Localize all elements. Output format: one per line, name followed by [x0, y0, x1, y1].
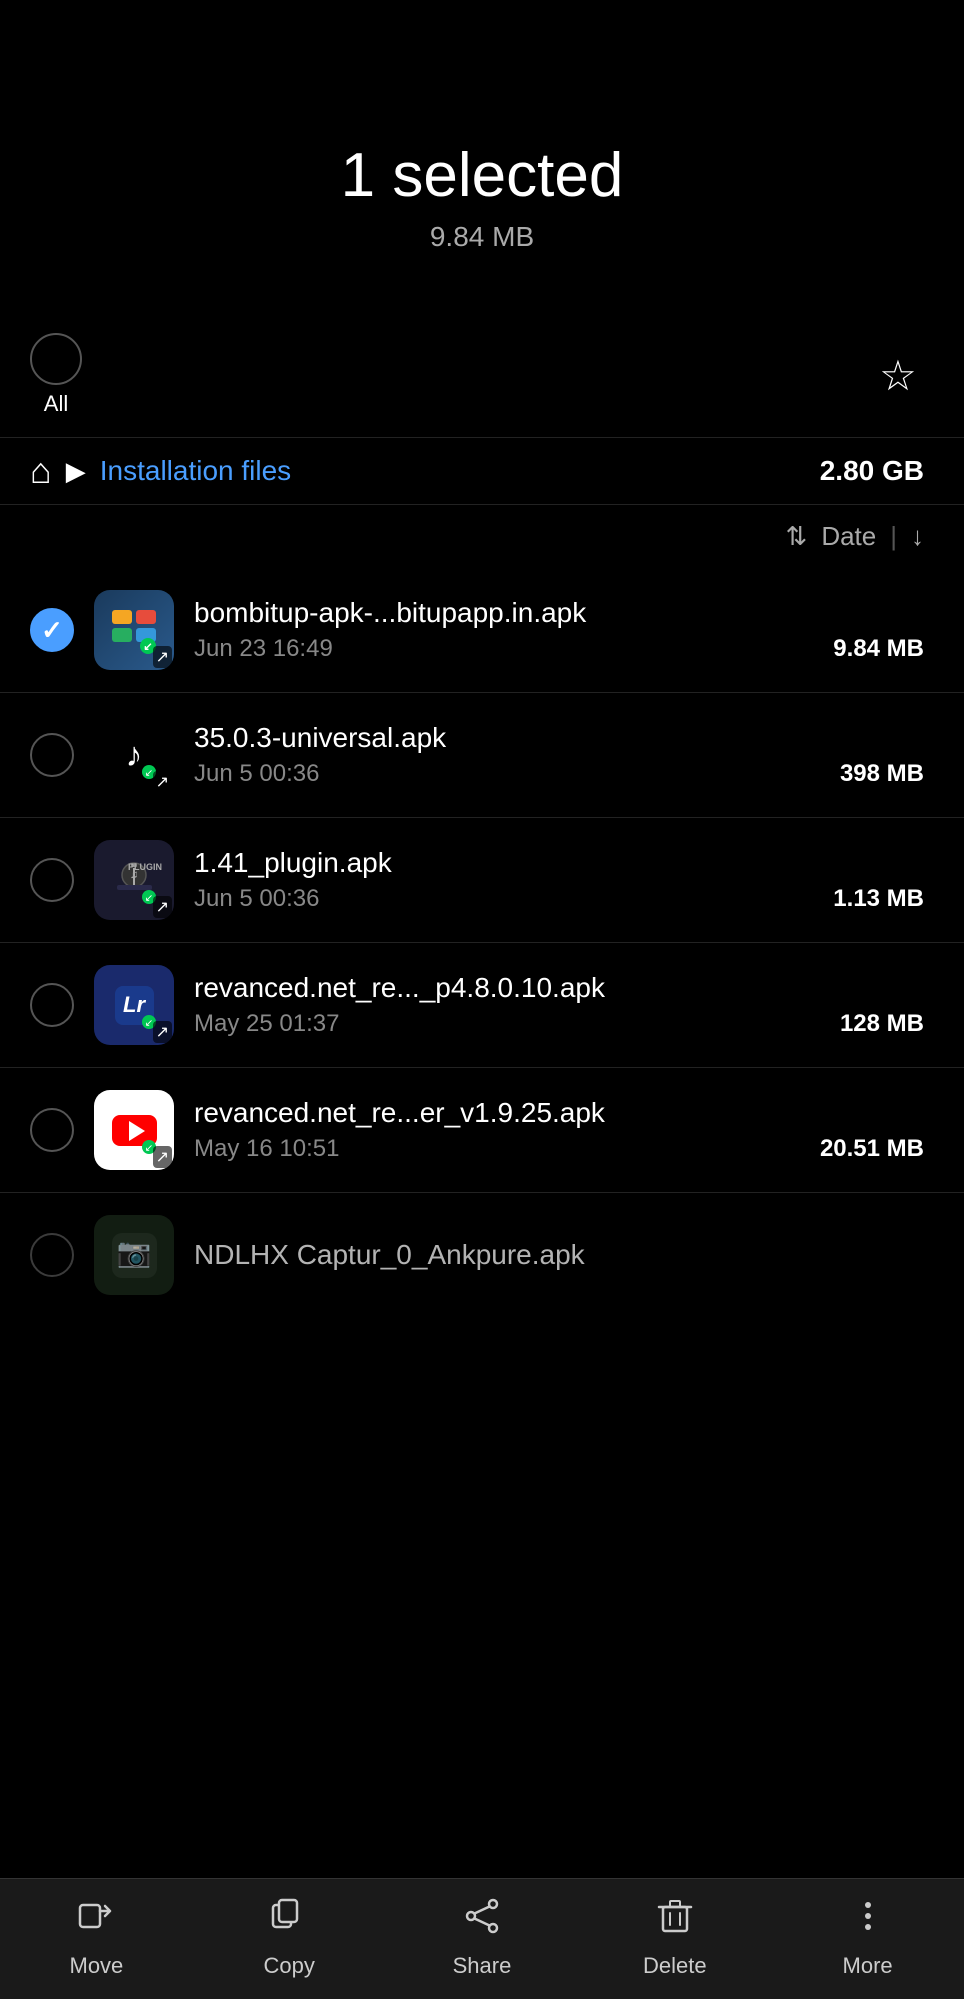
breadcrumb-arrow-icon: ▶ [66, 456, 86, 487]
nav-copy-label: Copy [264, 1953, 315, 1979]
file-info-partial: NDLHX Captur_0_Ankpure.apk [194, 1239, 924, 1271]
svg-text:↙: ↙ [144, 1018, 152, 1029]
nav-move-button[interactable]: Move [0, 1897, 193, 1979]
copy-icon [270, 1897, 308, 1945]
file-checkbox-partial[interactable] [30, 1233, 74, 1277]
sort-order-icon[interactable]: ↓ [911, 521, 924, 552]
home-folder-icon: ⌂ [30, 450, 52, 492]
file-info-2: 35.0.3-universal.apk Jun 5 00:36 398 MB [194, 722, 924, 788]
file-name-4: revanced.net_re..._p4.8.0.10.apk [194, 972, 924, 1004]
file-date-3: Jun 5 00:36 [194, 885, 319, 913]
expand-badge: ↗ [153, 1146, 172, 1168]
svg-text:📷: 📷 [116, 1237, 151, 1269]
file-info-3: 1.41_plugin.apk Jun 5 00:36 1.13 MB [194, 847, 924, 913]
file-date-1: Jun 23 16:49 [194, 635, 333, 663]
svg-text:↙: ↙ [144, 1143, 152, 1154]
file-size-5: 20.51 MB [820, 1135, 924, 1163]
file-name-partial: NDLHX Captur_0_Ankpure.apk [194, 1239, 924, 1271]
file-icon-3: ♫ PLUGIN ↙ ↗ [94, 840, 174, 920]
file-item[interactable]: ♪ ↙ ↗ 35.0.3-universal.apk Jun 5 00:36 3… [0, 693, 964, 818]
file-name-1: bombitup-apk-...bitupapp.in.apk [194, 597, 924, 629]
sort-icon[interactable]: ⇅ [786, 521, 808, 552]
select-all-button[interactable]: All [30, 333, 82, 417]
controls-row: All ☆ [0, 313, 964, 437]
file-size-2: 398 MB [840, 760, 924, 788]
check-icon: ✓ [41, 615, 63, 646]
file-name-3: 1.41_plugin.apk [194, 847, 924, 879]
nav-move-label: Move [70, 1953, 124, 1979]
share-icon [463, 1897, 501, 1945]
file-size-4: 128 MB [840, 1010, 924, 1038]
svg-text:↙: ↙ [144, 893, 152, 904]
breadcrumb-left: ⌂ ▶ Installation files [30, 450, 291, 492]
svg-text:↙: ↙ [144, 768, 152, 779]
expand-badge: ↗ [153, 646, 172, 668]
delete-icon [656, 1897, 694, 1945]
file-checkbox-2[interactable] [30, 733, 74, 777]
nav-more-label: More [843, 1953, 893, 1979]
file-icon-1: ↙ ↗ [94, 590, 174, 670]
expand-badge: ↗ [153, 896, 172, 918]
file-meta-1: Jun 23 16:49 9.84 MB [194, 635, 924, 663]
nav-copy-button[interactable]: Copy [193, 1897, 386, 1979]
svg-text:↙: ↙ [143, 641, 152, 653]
nav-more-button[interactable]: More [771, 1897, 964, 1979]
select-all-checkbox[interactable] [30, 333, 82, 385]
sort-divider: | [890, 521, 897, 552]
nav-delete-label: Delete [643, 1953, 707, 1979]
file-date-2: Jun 5 00:36 [194, 760, 319, 788]
star-button[interactable]: ☆ [872, 349, 924, 401]
svg-text:♪: ♪ [125, 736, 142, 774]
file-checkbox-3[interactable] [30, 858, 74, 902]
file-meta-5: May 16 10:51 20.51 MB [194, 1135, 924, 1163]
sort-row: ⇅ Date | ↓ [0, 505, 964, 568]
nav-share-label: Share [453, 1953, 512, 1979]
file-date-4: May 25 01:37 [194, 1010, 339, 1038]
file-icon-4: Lr ↙ ↗ [94, 965, 174, 1045]
selected-size: 9.84 MB [430, 221, 534, 253]
nav-delete-button[interactable]: Delete [578, 1897, 771, 1979]
file-item[interactable]: ♫ PLUGIN ↙ ↗ 1.41_plugin.apk Jun 5 00:36… [0, 818, 964, 943]
file-name-2: 35.0.3-universal.apk [194, 722, 924, 754]
file-size-3: 1.13 MB [833, 885, 924, 913]
svg-text:Lr: Lr [123, 992, 146, 1017]
sort-label[interactable]: Date [821, 521, 876, 552]
file-size-1: 9.84 MB [833, 635, 924, 663]
file-checkbox-1[interactable]: ✓ [30, 608, 74, 652]
expand-badge: ↗ [153, 771, 172, 793]
breadcrumb-path[interactable]: Installation files [100, 455, 291, 487]
file-info-1: bombitup-apk-...bitupapp.in.apk Jun 23 1… [194, 597, 924, 663]
file-meta-2: Jun 5 00:36 398 MB [194, 760, 924, 788]
breadcrumb-row: ⌂ ▶ Installation files 2.80 GB [0, 437, 964, 505]
expand-badge: ↗ [153, 1021, 172, 1043]
file-name-5: revanced.net_re...er_v1.9.25.apk [194, 1097, 924, 1129]
breadcrumb-size: 2.80 GB [820, 455, 924, 487]
star-icon: ☆ [879, 351, 917, 400]
file-checkbox-4[interactable] [30, 983, 74, 1027]
svg-text:PLUGIN: PLUGIN [127, 862, 161, 872]
file-item-partial[interactable]: 📷 NDLHX Captur_0_Ankpure.apk [0, 1193, 964, 1305]
file-meta-4: May 25 01:37 128 MB [194, 1010, 924, 1038]
nav-share-button[interactable]: Share [386, 1897, 579, 1979]
bottom-nav: Move Copy Share [0, 1878, 964, 1999]
file-item[interactable]: ✓ ↙ ↗ bombitup-apk-...bitupapp.in.apk Ju… [0, 568, 964, 693]
select-all-label: All [44, 391, 68, 417]
selected-count: 1 selected [341, 140, 624, 211]
file-list: ✓ ↙ ↗ bombitup-apk-...bitupapp.in.apk Ju… [0, 568, 964, 1305]
apk-icon-partial: 📷 [94, 1215, 174, 1295]
file-info-5: revanced.net_re...er_v1.9.25.apk May 16 … [194, 1097, 924, 1163]
more-icon [849, 1897, 887, 1945]
file-date-5: May 16 10:51 [194, 1135, 339, 1163]
header-area: 1 selected 9.84 MB [0, 0, 964, 313]
file-meta-3: Jun 5 00:36 1.13 MB [194, 885, 924, 913]
file-item[interactable]: Lr ↙ ↗ revanced.net_re..._p4.8.0.10.apk … [0, 943, 964, 1068]
file-icon-partial: 📷 [94, 1215, 174, 1295]
file-icon-2: ♪ ↙ ↗ [94, 715, 174, 795]
file-checkbox-5[interactable] [30, 1108, 74, 1152]
file-info-4: revanced.net_re..._p4.8.0.10.apk May 25 … [194, 972, 924, 1038]
file-icon-5: ↙ ↗ [94, 1090, 174, 1170]
file-item[interactable]: ↙ ↗ revanced.net_re...er_v1.9.25.apk May… [0, 1068, 964, 1193]
move-icon [77, 1897, 115, 1945]
